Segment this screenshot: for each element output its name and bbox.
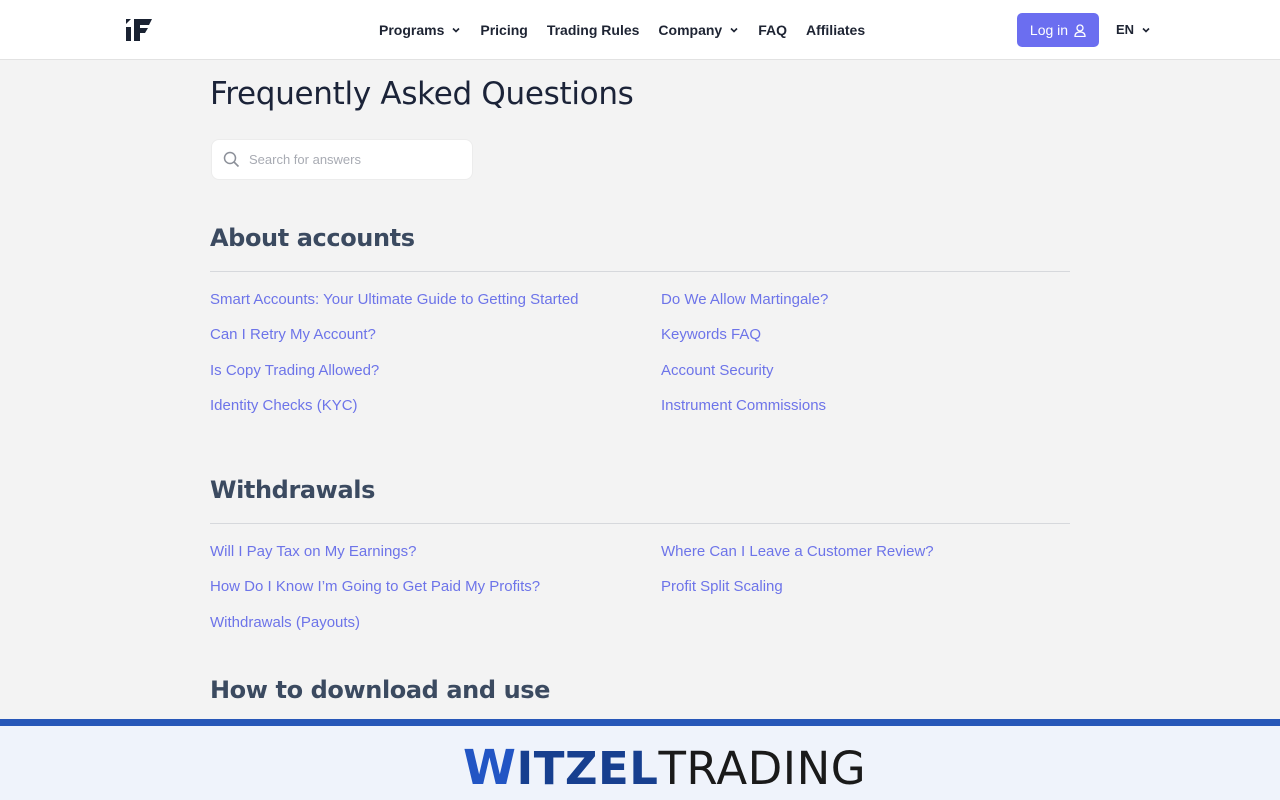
chevron-down-icon bbox=[730, 27, 738, 33]
page-title: Frequently Asked Questions bbox=[210, 76, 634, 112]
faq-link[interactable]: Smart Accounts: Your Ultimate Guide to G… bbox=[210, 291, 579, 308]
section-title-about-accounts: About accounts bbox=[210, 224, 415, 252]
section-divider bbox=[210, 523, 1070, 524]
faq-link[interactable]: Do We Allow Martingale? bbox=[661, 291, 828, 308]
nav-pricing[interactable]: Pricing bbox=[480, 22, 527, 38]
chevron-down-icon bbox=[452, 27, 460, 33]
faq-link[interactable]: Instrument Commissions bbox=[661, 397, 826, 414]
brand-trading: TRADING bbox=[658, 741, 867, 795]
faq-link[interactable]: Withdrawals (Payouts) bbox=[210, 614, 360, 631]
nav-faq[interactable]: FAQ bbox=[758, 22, 787, 38]
faq-link[interactable]: Will I Pay Tax on My Earnings? bbox=[210, 543, 416, 560]
chevron-down-icon bbox=[1142, 27, 1150, 33]
faq-link[interactable]: Is Copy Trading Allowed? bbox=[210, 362, 379, 379]
nav-faq-label: FAQ bbox=[758, 22, 787, 38]
section-title-how-to-download: How to download and use bbox=[210, 676, 551, 704]
nav-affiliates-label: Affiliates bbox=[805, 22, 866, 38]
witzeltrading-logo: W ITZEL TRADING bbox=[463, 744, 866, 792]
brand-logo-icon[interactable] bbox=[126, 19, 152, 41]
nav-company-label: Company bbox=[658, 22, 723, 38]
nav-programs-label: Programs bbox=[379, 22, 445, 38]
main-nav: Programs Pricing Trading Rules Company F… bbox=[379, 0, 884, 60]
top-navigation-bar: Programs Pricing Trading Rules Company F… bbox=[0, 0, 1280, 60]
faq-link[interactable]: Keywords FAQ bbox=[661, 326, 761, 343]
login-button[interactable]: Log in bbox=[1017, 13, 1099, 47]
nav-pricing-label: Pricing bbox=[480, 22, 528, 38]
language-selector[interactable]: EN bbox=[1116, 22, 1151, 37]
nav-programs[interactable]: Programs bbox=[379, 22, 461, 38]
search-icon bbox=[223, 151, 240, 168]
section-divider bbox=[210, 271, 1070, 272]
faq-link[interactable]: Profit Split Scaling bbox=[661, 578, 783, 595]
nav-affiliates[interactable]: Affiliates bbox=[806, 22, 865, 38]
language-label: EN bbox=[1116, 22, 1135, 37]
faq-link[interactable]: Account Security bbox=[661, 362, 774, 379]
faq-link[interactable]: Identity Checks (KYC) bbox=[210, 397, 358, 414]
faq-link[interactable]: Can I Retry My Account? bbox=[210, 326, 376, 343]
faq-search-box[interactable] bbox=[211, 139, 473, 180]
login-label: Log in bbox=[1029, 22, 1069, 38]
brand-w: W bbox=[463, 740, 517, 796]
user-icon bbox=[1074, 23, 1086, 37]
brand-itzel: ITZEL bbox=[516, 741, 659, 795]
nav-trading-rules[interactable]: Trading Rules bbox=[547, 22, 640, 38]
search-input[interactable] bbox=[249, 152, 449, 167]
faq-link[interactable]: How Do I Know I’m Going to Get Paid My P… bbox=[210, 578, 540, 595]
brand-banner: W ITZEL TRADING bbox=[0, 719, 1280, 800]
faq-link[interactable]: Where Can I Leave a Customer Review? bbox=[661, 543, 934, 560]
nav-company[interactable]: Company bbox=[658, 22, 739, 38]
section-title-withdrawals: Withdrawals bbox=[210, 476, 375, 504]
nav-trading-rules-label: Trading Rules bbox=[546, 22, 640, 38]
